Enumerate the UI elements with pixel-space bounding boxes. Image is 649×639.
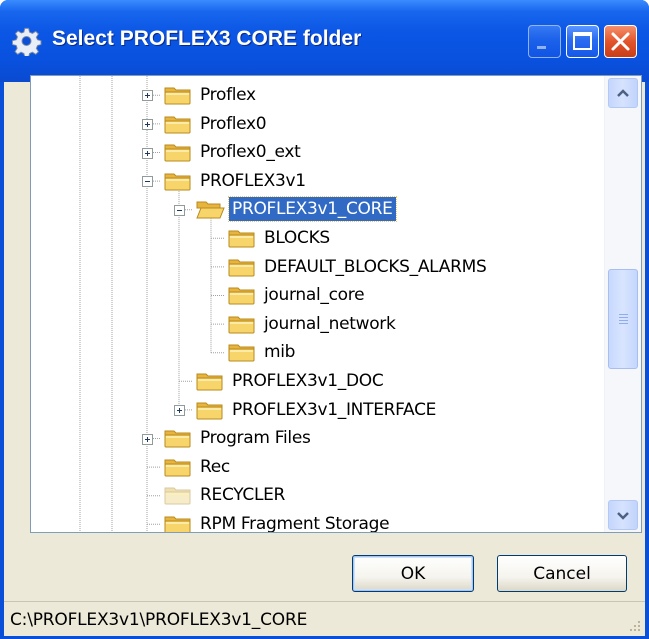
folder-icon [196,402,223,420]
selected-path: C:\PROFLEX3v1\PROFLEX3v1_CORE [10,610,308,630]
folder-icon [164,459,191,477]
tree-item-label: PROFLEX3v1 [200,170,306,191]
folder-icon [228,259,255,277]
vertical-scrollbar[interactable] [604,76,641,532]
tree-item[interactable]: DEFAULT_BLOCKS_ALARMS [227,253,489,281]
folder-icon [228,344,255,362]
cancel-button[interactable]: Cancel [497,555,627,592]
tree-item-label: mib [264,342,296,363]
tree-item-label: Proflex0_ext [200,142,301,163]
title-bar[interactable]: Select PROFLEX3 CORE folder [0,0,649,82]
maximize-icon [573,32,592,50]
tree-item-label: Proflex0 [200,113,267,134]
tree-item-label: Proflex [200,85,256,105]
tree-item[interactable]: PROFLEX3v1_CORE [195,195,397,223]
folder-icon [196,373,223,391]
expand-icon[interactable] [142,433,153,445]
expand-icon[interactable] [142,118,153,130]
tree-item[interactable]: RECYCLER [163,481,288,509]
chevron-down-icon [617,512,629,520]
collapse-icon[interactable] [174,204,185,216]
scroll-up-button[interactable] [608,78,638,108]
dialog-body: Proflex Proflex0 Proflex0_ext PROFLEX3v1 PRO… [4,75,645,636]
tree-item-label: RECYCLER [200,485,286,506]
expand-icon[interactable] [142,90,153,102]
tree-item[interactable]: RPM Fragment Storage [163,510,392,533]
tree-item[interactable]: mib [227,338,298,366]
close-icon [611,32,630,51]
resize-grip-icon[interactable] [627,618,641,632]
tree-item-label: BLOCKS [264,228,330,248]
tree-item-label: PROFLEX3v1_DOC [232,371,384,391]
minimize-button[interactable] [528,25,561,58]
collapse-icon[interactable] [142,176,153,188]
tree-item[interactable]: BLOCKS [227,224,333,252]
folder-icon [164,173,191,191]
minimize-icon [537,46,546,49]
expand-icon[interactable] [142,147,153,159]
tree-item[interactable]: PROFLEX3v1 [163,167,309,195]
tree-item[interactable]: Program Files [163,424,314,452]
tree-item[interactable]: PROFLEX3v1_INTERFACE [195,396,439,424]
tree-item[interactable]: journal_core [227,281,367,309]
open-folder-icon [196,201,225,219]
tree-item-label: journal_core [264,285,365,306]
tree-item-label: PROFLEX3v1_CORE [228,196,397,223]
folder-icon [228,316,255,334]
tree-item[interactable]: journal_network [227,310,399,338]
folder-icon [164,516,191,532]
status-bar: C:\PROFLEX3v1\PROFLEX3v1_CORE [4,601,645,636]
tree-item[interactable]: PROFLEX3v1_DOC [195,367,386,395]
expand-icon[interactable] [174,404,185,416]
folder-icon [164,87,191,105]
folder-icon [164,144,191,162]
scroll-thumb[interactable] [608,269,638,370]
tree-item-label: journal_network [264,313,396,334]
window-title: Select PROFLEX3 CORE folder [52,27,362,50]
chevron-up-icon [617,89,629,97]
tree-item[interactable]: Proflex0 [163,110,269,138]
tree-item[interactable]: Proflex [163,81,259,109]
gear-icon [12,26,42,58]
tree-item[interactable]: Rec [163,453,233,481]
tree-item[interactable]: Proflex0_ext [163,138,304,166]
tree-item-label: Rec [200,456,230,477]
tree-item-label: Program Files [200,428,311,449]
folder-icon [164,487,191,505]
folder-tree[interactable]: Proflex Proflex0 Proflex0_ext PROFLEX3v1 PRO… [30,75,642,533]
ok-button[interactable]: OK [352,555,474,592]
close-button[interactable] [604,25,637,58]
maximize-button[interactable] [566,25,599,58]
folder-icon [164,116,191,134]
tree-item-label: DEFAULT_BLOCKS_ALARMS [264,256,487,277]
tree-item-label: PROFLEX3v1_INTERFACE [232,399,437,420]
tree-item-label: RPM Fragment Storage [200,514,390,533]
folder-icon [228,287,255,305]
folder-icon [228,230,255,248]
folder-icon [164,430,191,448]
dialog-window: Select PROFLEX3 CORE folder Proflex Profl… [0,0,649,639]
scroll-down-button[interactable] [608,500,638,530]
